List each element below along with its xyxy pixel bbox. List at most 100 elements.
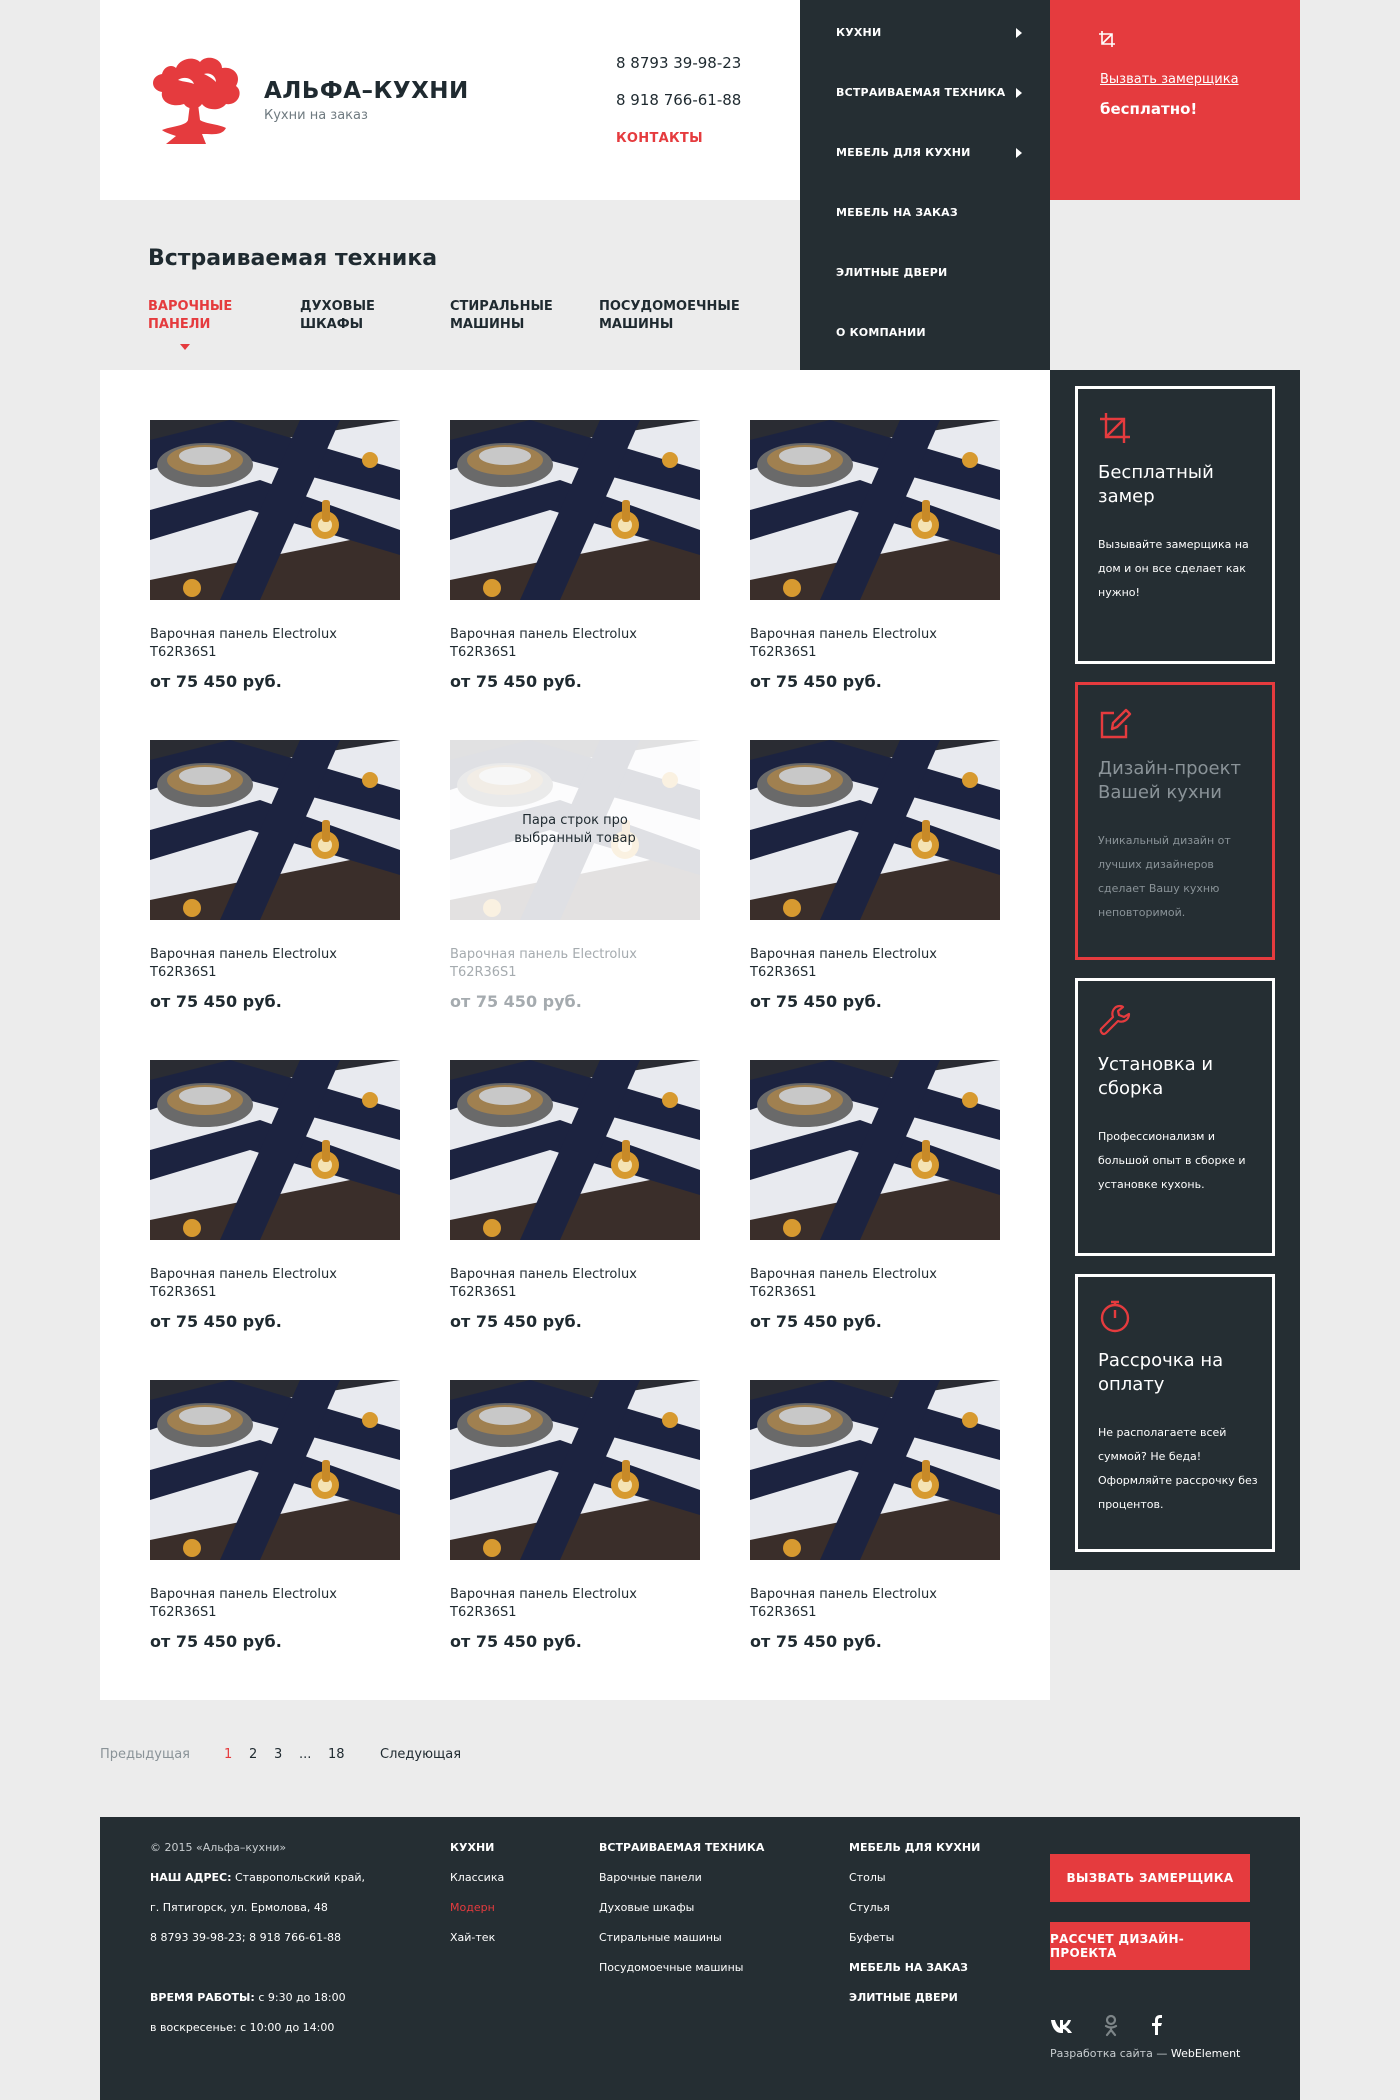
product-image[interactable] <box>750 1060 1000 1240</box>
product-card[interactable]: Варочная панель Electrolux T62R36S1 от 7… <box>150 740 400 1011</box>
footer-hours-label: ВРЕМЯ РАБОТЫ: <box>150 1991 255 2004</box>
product-model: T62R36S1 <box>750 645 817 660</box>
footer-heading-kitchens[interactable]: КУХНИ <box>450 1833 504 1863</box>
nav-item-built-in-appliances[interactable]: ВСТРАИВАЕМАЯ ТЕХНИКА <box>836 86 1036 106</box>
facebook-icon[interactable] <box>1145 2013 1169 2037</box>
product-card[interactable]: Пара строк про выбранный товар Варочная … <box>450 740 700 1011</box>
pagination-page[interactable]: 18 <box>328 1747 345 1762</box>
odnoklassniki-icon[interactable] <box>1099 2013 1123 2037</box>
product-card[interactable]: Варочная панель Electrolux T62R36S1 от 7… <box>750 1060 1000 1331</box>
contacts-link[interactable]: КОНТАКТЫ <box>616 131 703 146</box>
product-name[interactable]: Варочная панель Electrolux T62R36S1 <box>150 1586 400 1622</box>
product-card[interactable]: Варочная панель Electrolux T62R36S1 от 7… <box>450 420 700 691</box>
footer-link[interactable]: Столы <box>849 1863 980 1893</box>
pagination-page[interactable]: 2 <box>249 1747 257 1762</box>
crop-icon <box>1099 31 1115 47</box>
footer-heading-custom-furniture[interactable]: МЕБЕЛЬ НА ЗАКАЗ <box>849 1953 980 1983</box>
product-image[interactable] <box>150 1380 400 1560</box>
product-card[interactable]: Варочная панель Electrolux T62R36S1 от 7… <box>150 1060 400 1331</box>
footer-link[interactable]: Стиральные машины <box>599 1923 764 1953</box>
subnav-tab-washing-machines[interactable]: СТИРАЛЬНЫЕ МАШИНЫ <box>450 298 553 334</box>
feature-card[interactable]: Бесплатный замер Вызывайте замерщика на … <box>1075 386 1275 664</box>
brand-name: АЛЬФА–КУХНИ <box>264 78 469 104</box>
pagination-prev[interactable]: Предыдущая <box>100 1747 190 1762</box>
subnav-label: ВАРОЧНЫЕ <box>148 299 233 314</box>
product-name[interactable]: Варочная панель Electrolux T62R36S1 <box>750 1266 1000 1302</box>
footer-link[interactable]: Буфеты <box>849 1923 980 1953</box>
nav-item-kitchens[interactable]: КУХНИ <box>836 26 1036 46</box>
feature-card[interactable]: Рассрочка на оплату Не располагаете всей… <box>1075 1274 1275 1552</box>
product-name[interactable]: Варочная панель Electrolux T62R36S1 <box>450 1586 700 1622</box>
subnav-tab-ovens[interactable]: ДУХОВЫЕ ШКАФЫ <box>300 298 375 334</box>
footer-link[interactable]: Классика <box>450 1863 504 1893</box>
footer-heading-appliances[interactable]: ВСТРАИВАЕМАЯ ТЕХНИКА <box>599 1833 764 1863</box>
footer-link[interactable]: Варочные панели <box>599 1863 764 1893</box>
product-name[interactable]: Варочная панель Electrolux T62R36S1 <box>450 626 700 662</box>
product-name[interactable]: Варочная панель Electrolux T62R36S1 <box>450 946 700 982</box>
nav-item-kitchen-furniture[interactable]: МЕБЕЛЬ ДЛЯ КУХНИ <box>836 146 1036 166</box>
call-measurer-button[interactable]: ВЫЗВАТЬ ЗАМЕРЩИКА <box>1050 1854 1250 1902</box>
call-measurer-link[interactable]: Вызвать замерщика <box>1100 72 1239 87</box>
feature-card[interactable]: Дизайн-проект Вашей кухни Уникальный диз… <box>1075 682 1275 960</box>
product-card[interactable]: Варочная панель Electrolux T62R36S1 от 7… <box>150 1380 400 1651</box>
product-image[interactable] <box>150 420 400 600</box>
product-price: от 75 450 руб. <box>450 1632 582 1651</box>
product-image[interactable] <box>450 420 700 600</box>
product-card[interactable]: Варочная панель Electrolux T62R36S1 от 7… <box>150 420 400 691</box>
product-name[interactable]: Варочная панель Electrolux T62R36S1 <box>450 1266 700 1302</box>
developer-link[interactable]: WebElement <box>1171 2047 1241 2060</box>
product-card[interactable]: Варочная панель Electrolux T62R36S1 от 7… <box>450 1060 700 1331</box>
nav-item-elite-doors[interactable]: ЭЛИТНЫЕ ДВЕРИ <box>836 266 1036 286</box>
nav-item-custom-furniture[interactable]: МЕБЕЛЬ НА ЗАКАЗ <box>836 206 1036 226</box>
footer-hours-value: с 9:30 до 18:00 <box>258 1991 346 2004</box>
product-image[interactable] <box>750 740 1000 920</box>
vk-icon[interactable] <box>1050 2013 1074 2037</box>
product-name[interactable]: Варочная панель Electrolux T62R36S1 <box>150 626 400 662</box>
pagination-page[interactable]: 3 <box>274 1747 282 1762</box>
subnav-label: ШКАФЫ <box>300 317 364 332</box>
footer-link[interactable]: Модерн <box>450 1893 504 1923</box>
product-image[interactable]: Пара строк про выбранный товар <box>450 740 700 920</box>
pagination-next[interactable]: Следующая <box>380 1747 461 1762</box>
pagination-page[interactable]: 1 <box>224 1747 232 1762</box>
footer-sunday-hours: в воскресенье: с 10:00 до 14:00 <box>150 2021 335 2034</box>
subnav-tab-cooktops[interactable]: ВАРОЧНЫЕ ПАНЕЛИ <box>148 298 233 350</box>
nav-item-about[interactable]: О КОМПАНИИ <box>836 326 1036 346</box>
product-price: от 75 450 руб. <box>450 672 582 691</box>
product-card[interactable]: Варочная панель Electrolux T62R36S1 от 7… <box>750 1380 1000 1651</box>
footer-link[interactable]: Стулья <box>849 1893 980 1923</box>
feature-card[interactable]: Установка и сборка Профессионализм и бол… <box>1075 978 1275 1256</box>
product-model: T62R36S1 <box>150 645 217 660</box>
design-estimate-button[interactable]: РАССЧЕТ ДИЗАЙН-ПРОЕКТА <box>1050 1922 1250 1970</box>
product-name[interactable]: Варочная панель Electrolux T62R36S1 <box>750 946 1000 982</box>
footer-link[interactable]: Духовые шкафы <box>599 1893 764 1923</box>
phone-number[interactable]: 8 8793 39-98-23 <box>616 54 741 72</box>
footer-link[interactable]: Хай-тек <box>450 1923 504 1953</box>
footer-heading-furniture[interactable]: МЕБЕЛЬ ДЛЯ КУХНИ <box>849 1833 980 1863</box>
product-card[interactable]: Варочная панель Electrolux T62R36S1 от 7… <box>450 1380 700 1651</box>
product-name[interactable]: Варочная панель Electrolux T62R36S1 <box>750 626 1000 662</box>
product-image[interactable] <box>450 1060 700 1240</box>
product-image[interactable] <box>450 1380 700 1560</box>
product-name[interactable]: Варочная панель Electrolux T62R36S1 <box>750 1586 1000 1622</box>
product-model: T62R36S1 <box>450 1605 517 1620</box>
product-name[interactable]: Варочная панель Electrolux T62R36S1 <box>150 1266 400 1302</box>
product-name[interactable]: Варочная панель Electrolux T62R36S1 <box>150 946 400 982</box>
product-image[interactable] <box>750 420 1000 600</box>
product-image[interactable] <box>150 1060 400 1240</box>
product-price: от 75 450 руб. <box>150 1632 282 1651</box>
footer-heading-elite-doors[interactable]: ЭЛИТНЫЕ ДВЕРИ <box>849 1983 980 2013</box>
cooktop-photo <box>150 420 400 600</box>
product-image[interactable] <box>750 1380 1000 1560</box>
chevron-right-icon <box>1016 148 1022 158</box>
product-image[interactable] <box>150 740 400 920</box>
product-card[interactable]: Варочная панель Electrolux T62R36S1 от 7… <box>750 740 1000 1011</box>
subnav-tab-dishwashers[interactable]: ПОСУДОМОЕЧНЫЕ МАШИНЫ <box>599 298 740 334</box>
footer-col-appliances: ВСТРАИВАЕМАЯ ТЕХНИКА Варочные панели Дух… <box>599 1833 764 1983</box>
phone-number[interactable]: 8 918 766-61-88 <box>616 91 741 109</box>
footer-link[interactable]: Посудомоечные машины <box>599 1953 764 1983</box>
product-card[interactable]: Варочная панель Electrolux T62R36S1 от 7… <box>750 420 1000 691</box>
product-name-line: Варочная панель Electrolux <box>750 947 937 962</box>
tree-logo-icon[interactable] <box>146 54 246 146</box>
product-hover-overlay[interactable]: Пара строк про выбранный товар <box>450 740 700 920</box>
